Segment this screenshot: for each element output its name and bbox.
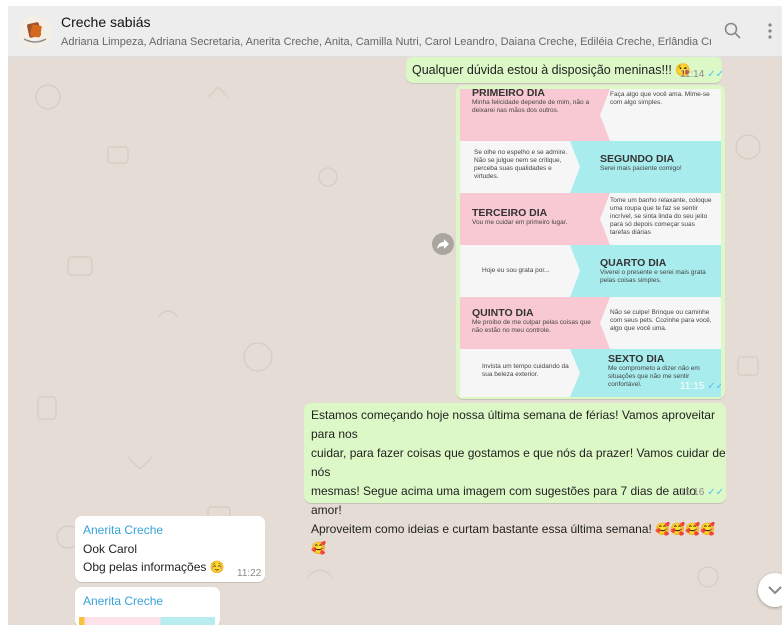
message-time: 11:16 ✓✓ bbox=[680, 487, 725, 498]
message-bubble-outgoing[interactable]: Qualquer dúvida estou à disposição menin… bbox=[406, 57, 725, 83]
read-tick-icon: ✓✓ bbox=[707, 69, 725, 80]
day-text: Me proíbo de me culpar pelas coisas que … bbox=[472, 319, 591, 334]
message-bubble-outgoing[interactable]: Estamos começando hoje nossa última sema… bbox=[304, 403, 726, 555]
menu-icon[interactable] bbox=[760, 21, 780, 41]
message-text: Ook Carol bbox=[83, 542, 138, 556]
day-tip: Tome um banho relaxante, coloque uma rou… bbox=[610, 197, 712, 236]
image-row-day3: TERCEIRO DIA Vou me cuidar em primeiro lu… bbox=[460, 193, 721, 245]
day-title: TERCEIRO DIA bbox=[472, 207, 548, 219]
message-time: 11:15 ✓✓ bbox=[680, 381, 721, 392]
image-row-day4: Hoje eu sou grata por... QUARTO DIA Viver… bbox=[460, 245, 721, 297]
chat-title[interactable]: Creche sabiás bbox=[61, 14, 151, 30]
chat-header: Creche sabiás Adriana Limpeza, Adriana S… bbox=[8, 6, 782, 57]
message-line: mesmas! Segue acima uma imagem com suges… bbox=[311, 484, 696, 517]
day-text: Viverei o presente e serei mais grata pe… bbox=[600, 269, 706, 284]
day-title: PRIMEIRO DIA bbox=[472, 89, 545, 99]
message-bubble-incoming[interactable]: Anerita Creche Ook Carol Obg pelas infor… bbox=[75, 516, 265, 582]
image-row-day1: PRIMEIRO DIA Minha felicidade depende de … bbox=[460, 89, 721, 141]
day-tip: Invista um tempo cuidando da sua beleza … bbox=[482, 363, 569, 378]
day-title: QUARTO DIA bbox=[600, 257, 667, 269]
day-text: Minha felicidade depende de mim, não a d… bbox=[472, 99, 590, 114]
image-row-day2: Se olhe no espelho e se admire. Não se j… bbox=[460, 141, 721, 193]
message-text: Estamos começando hoje nossa última sema… bbox=[311, 406, 726, 558]
day-text: Vou me cuidar em primeiro lugar. bbox=[472, 219, 568, 226]
day-tip: Se olhe no espelho e se admire. Não se j… bbox=[474, 149, 568, 180]
sender-name[interactable]: Anerita Creche bbox=[83, 594, 163, 608]
message-text: Obg pelas informações ☺️ bbox=[83, 560, 225, 574]
day-title: SEXTO DIA bbox=[608, 353, 665, 365]
message-time: 11:14 ✓✓ bbox=[680, 69, 725, 80]
sender-name[interactable]: Anerita Creche bbox=[83, 523, 163, 537]
message-line: cuidar, para fazer coisas que gostamos e… bbox=[311, 446, 726, 479]
image-row-day6: Invista um tempo cuidando da sua beleza … bbox=[460, 349, 721, 397]
chat-participants[interactable]: Adriana Limpeza, Adriana Secretaria, Ane… bbox=[61, 36, 711, 48]
group-avatar[interactable] bbox=[18, 15, 52, 49]
day-title: SEGUNDO DIA bbox=[600, 153, 675, 165]
day-tip: Faça algo que você ama. Mime-se com algo… bbox=[610, 91, 710, 106]
day-text: Serei mais paciente comigo! bbox=[600, 165, 682, 172]
message-line: Aproveitem como ideias e curtam bastante… bbox=[311, 522, 715, 555]
image-row-day5: QUINTO DIA Me proíbo de me culpar pelas c… bbox=[460, 297, 721, 349]
forward-icon[interactable] bbox=[432, 233, 454, 255]
self-love-image[interactable]: PRIMEIRO DIA Minha felicidade depende de … bbox=[460, 89, 721, 397]
message-line: Estamos começando hoje nossa última sema… bbox=[311, 408, 715, 441]
chevron-down-icon bbox=[768, 586, 782, 595]
message-bubble-incoming[interactable]: Anerita Creche bbox=[75, 587, 220, 625]
message-time: 11:22 bbox=[237, 568, 262, 579]
chat-area[interactable]: Qualquer dúvida estou à disposição menin… bbox=[8, 57, 782, 625]
read-tick-icon: ✓✓ bbox=[707, 381, 721, 392]
day-title: QUINTO DIA bbox=[472, 307, 534, 319]
read-tick-icon: ✓✓ bbox=[707, 487, 725, 498]
group-logo-icon bbox=[23, 22, 47, 43]
day-tip: Não se culpe! Brinque ou caminhe com seu… bbox=[610, 309, 712, 332]
scroll-down-button[interactable] bbox=[758, 573, 782, 607]
search-icon[interactable] bbox=[723, 21, 743, 41]
day-tip: Hoje eu sou grata por... bbox=[482, 267, 550, 274]
image-thumbnail-preview[interactable] bbox=[79, 617, 215, 625]
message-text: Qualquer dúvida estou à disposição menin… bbox=[412, 63, 691, 77]
